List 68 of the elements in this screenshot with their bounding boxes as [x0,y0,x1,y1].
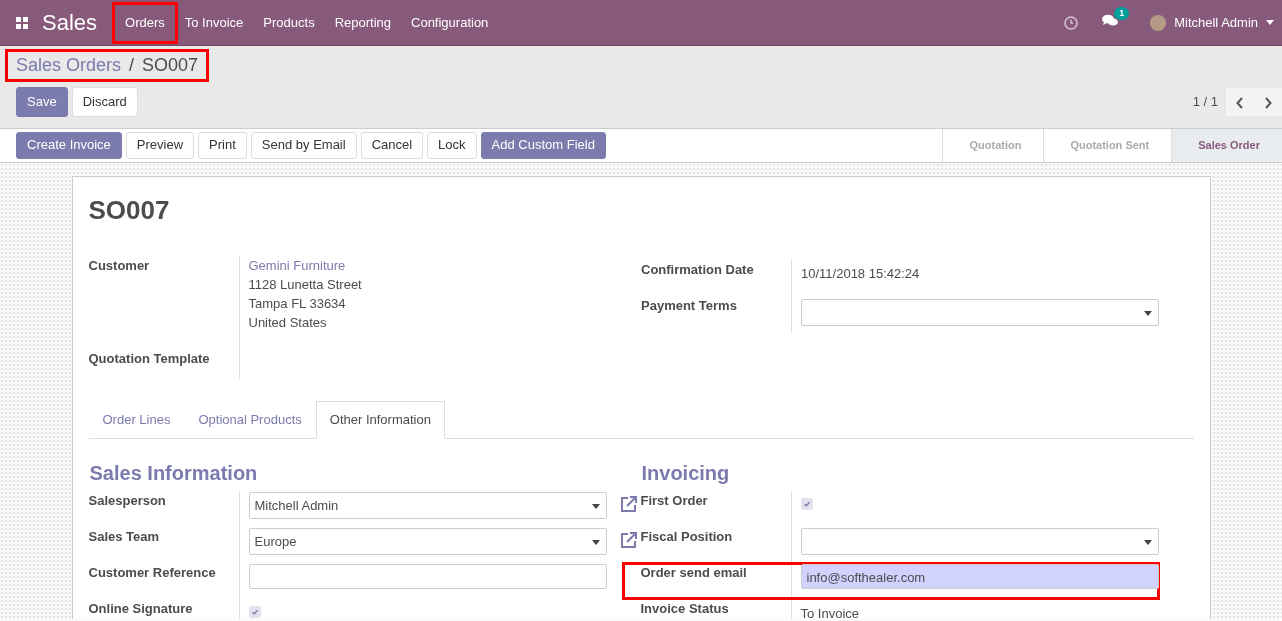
menu-item[interactable]: Reporting [324,4,401,41]
field-label: Salesperson [88,491,167,510]
action-button[interactable]: Cancel [360,132,424,159]
field-label: Sales Team [88,527,161,546]
action-button[interactable]: Add Custom Field [480,132,606,159]
external-link-icon[interactable] [618,529,639,550]
external-link-icon[interactable] [618,493,639,514]
field-label: Confirmation Date [641,261,755,280]
menu-item[interactable]: To Invoice [174,4,254,41]
action-button[interactable]: Print [198,132,247,159]
select-field[interactable]: Mitchell Admin [248,491,607,519]
select-field[interactable] [800,527,1159,555]
action-button[interactable]: Send by Email [250,132,357,159]
status-stage[interactable]: Sales Order [1171,129,1282,162]
record-title: SO007 [88,195,171,227]
clock-icon[interactable] [1064,15,1079,30]
action-button[interactable]: Lock [427,132,477,159]
pager-text: 1 / 1 [1192,93,1218,112]
field-label: Invoice Status [640,599,730,618]
address-line: Tampa FL 33634 [248,295,347,314]
field-value: Mitchell Admin [254,497,339,513]
select-field[interactable]: Europe [248,527,607,555]
section-title: Sales Information [89,460,259,485]
address-line: United States [248,314,328,333]
menu-item[interactable]: Configuration [401,4,499,41]
tab[interactable]: Order Lines [88,401,185,439]
tab[interactable]: Other Information [315,401,445,439]
customer-link[interactable]: Gemini Furniture [248,256,641,276]
discard-button[interactable]: Discard [71,87,138,117]
field-label: Order send email [640,563,748,582]
app-title: Sales [42,9,98,37]
field-label: Quotation Template [88,350,211,369]
field-value: info@softhealer.com [806,569,926,585]
breadcrumb-separator: / [129,54,135,77]
checkbox[interactable] [800,497,813,510]
field-value: Europe [254,533,297,549]
user-name[interactable]: Mitchell Admin [1174,12,1258,33]
menu-item[interactable]: Products [253,4,325,41]
field-label: Payment Terms [641,297,738,316]
apps-menu-icon[interactable] [16,16,28,29]
breadcrumb-link[interactable]: Sales Orders [16,52,122,79]
field-label: Customer [88,257,151,276]
checkbox[interactable] [248,605,261,618]
caret-icon[interactable] [1266,20,1274,25]
field-label: Fiscal Position [640,527,734,546]
chevron-left-icon [1236,96,1244,109]
address-line: 1128 Lunetta Street [248,276,363,295]
chevron-right-icon [1264,96,1272,109]
field-label: Customer Reference [88,563,217,582]
field-label: Online Signature [88,599,194,618]
input-field[interactable] [248,563,607,589]
section-title: Invoicing [641,460,731,485]
menu-item[interactable]: Orders [115,4,175,41]
next-button[interactable] [1254,88,1282,116]
chat-icon[interactable] [1102,13,1119,27]
previous-button[interactable] [1226,88,1254,116]
field-label: First Order [640,491,709,510]
action-button[interactable]: Preview [125,132,195,159]
avatar[interactable] [1150,14,1167,31]
breadcrumb-current: SO007 [142,54,199,77]
message-count-badge: 1 [1114,6,1130,20]
input-field[interactable]: info@softhealer.com [800,563,1159,589]
action-button[interactable]: Create Invoice [16,132,122,159]
field-value: 10/11/2018 15:42:24 [801,265,921,284]
tab[interactable]: Optional Products [184,401,316,439]
select-field[interactable] [801,299,1159,327]
field-value: To Invoice [800,604,860,619]
save-button[interactable]: Save [16,87,68,117]
